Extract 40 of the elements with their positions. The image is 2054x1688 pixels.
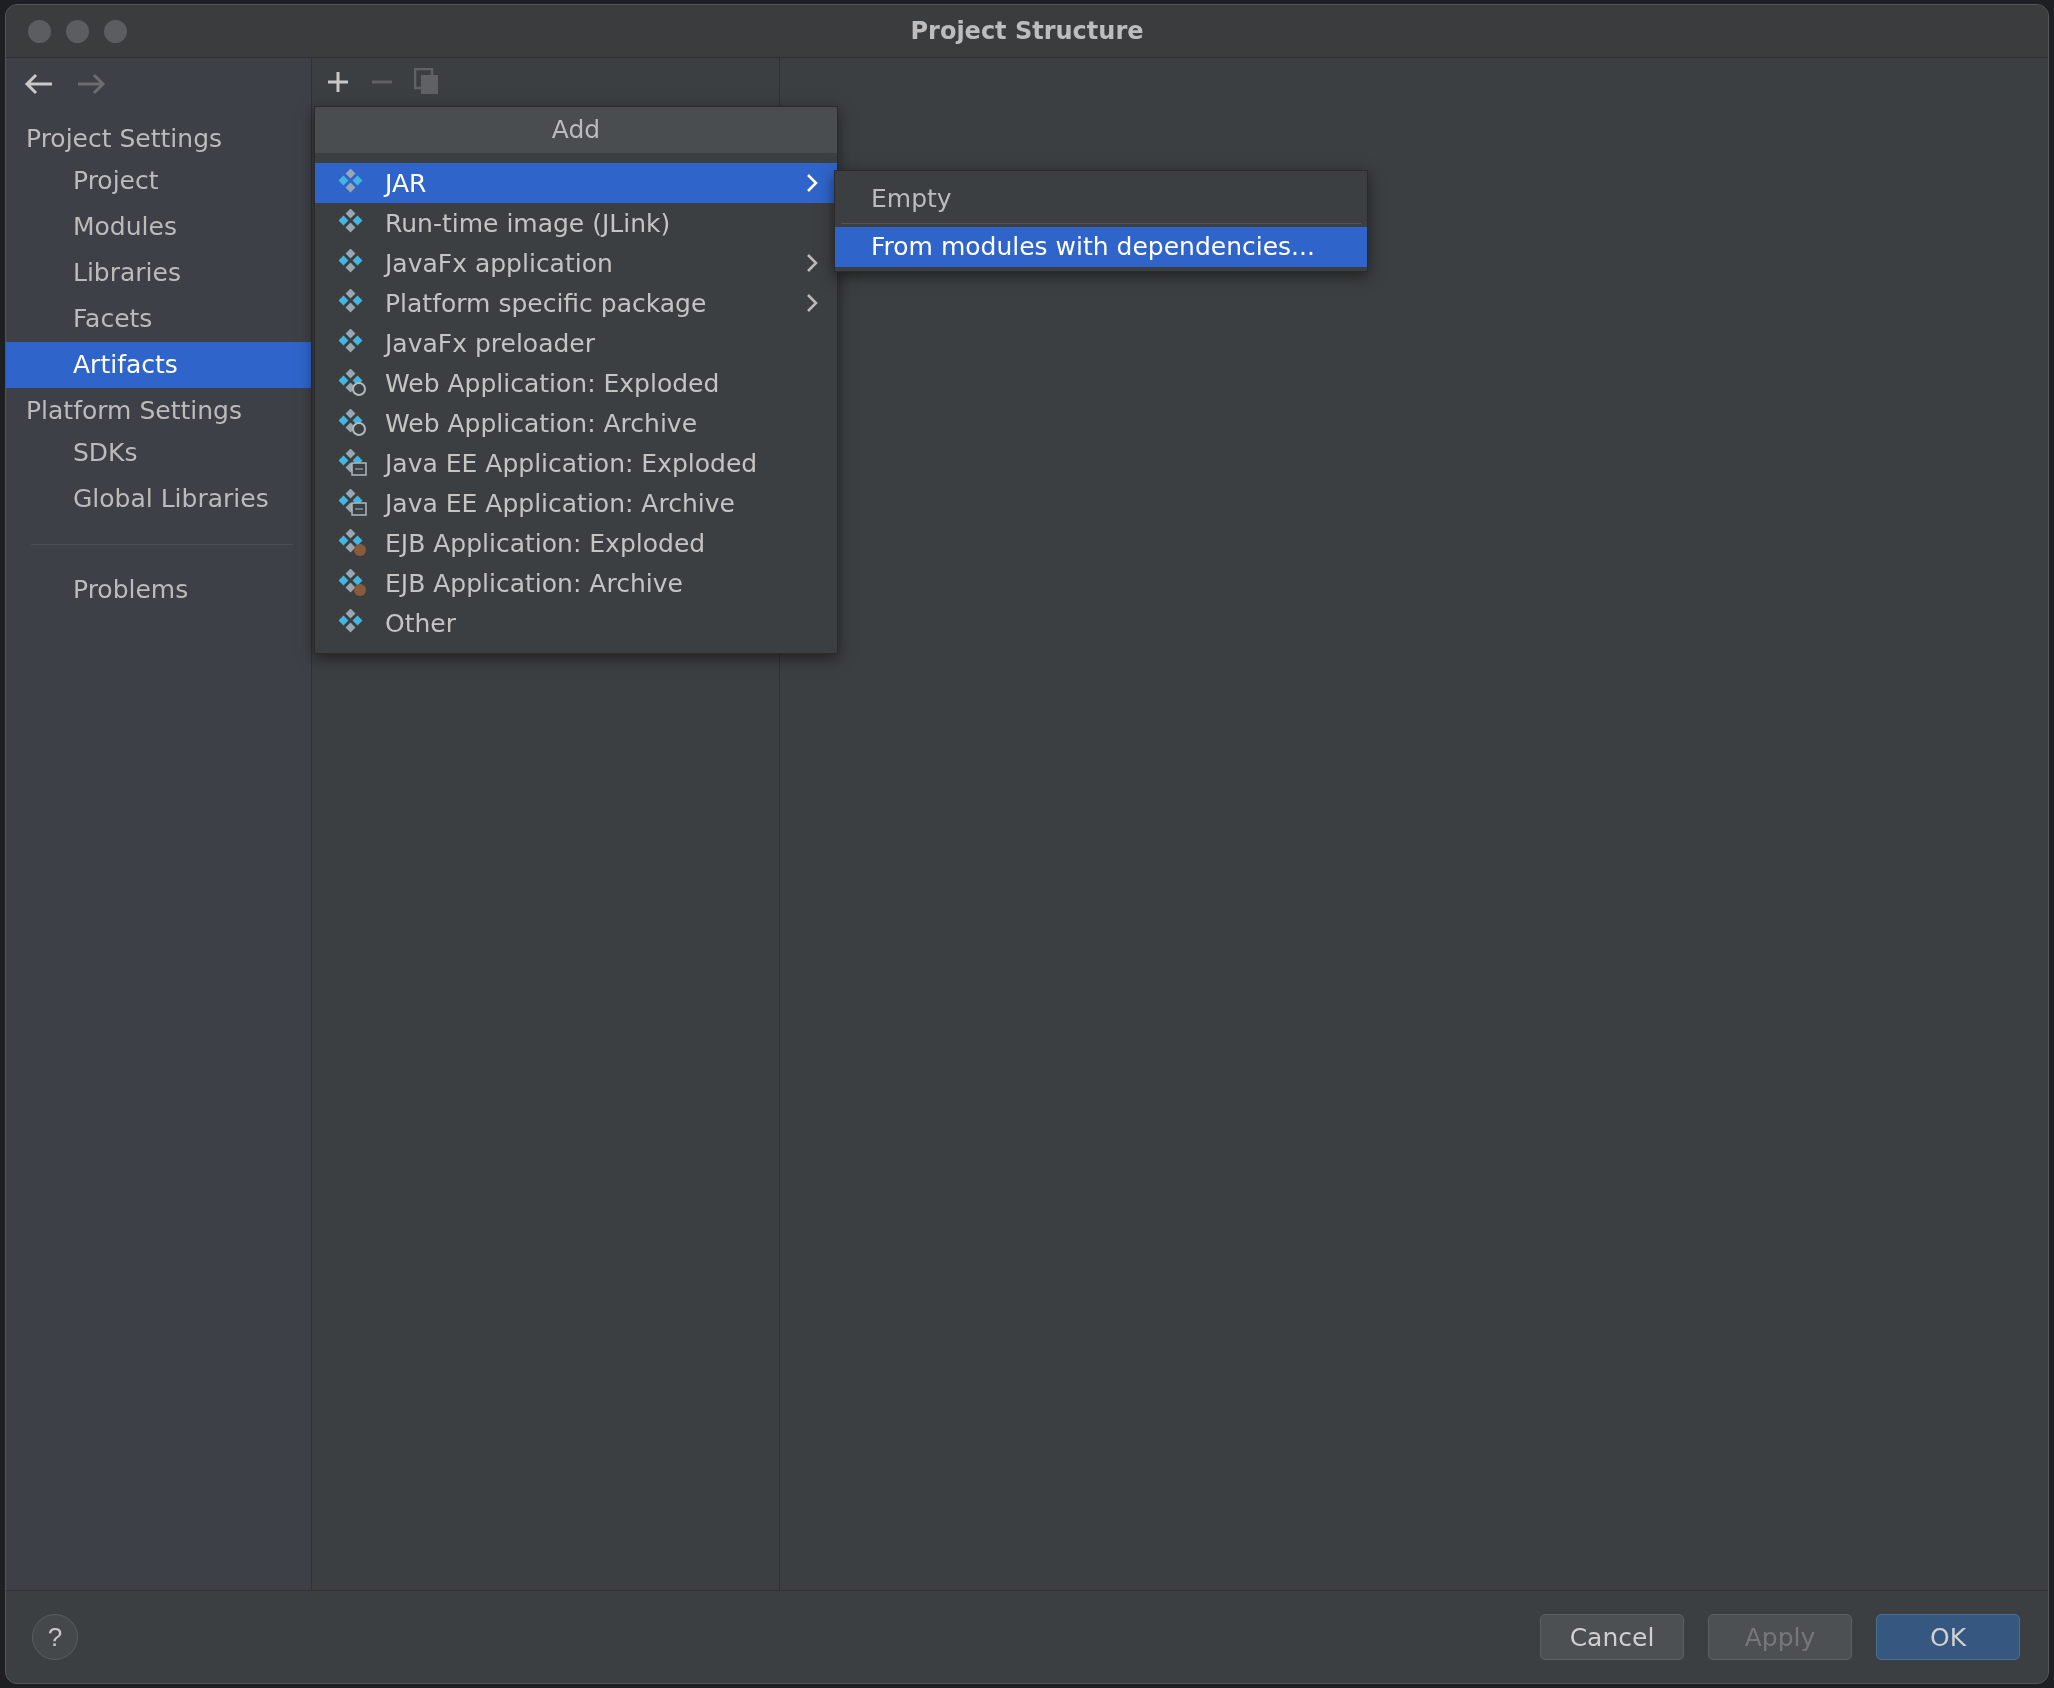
artifact-document-icon — [339, 489, 367, 517]
sidebar-item[interactable]: Modules — [6, 204, 311, 250]
artifact-document-icon — [339, 449, 367, 477]
sidebar-item[interactable]: Project — [6, 158, 311, 204]
menu-item[interactable]: Web Application: Exploded — [315, 363, 837, 403]
menu-item[interactable]: Other — [315, 603, 837, 643]
sidebar-item[interactable]: Problems — [6, 567, 311, 613]
sidebar-section-title: Project Settings — [25, 123, 224, 155]
menu-item[interactable]: JAR — [315, 163, 837, 203]
menu-item[interactable]: JavaFx preloader — [315, 323, 837, 363]
sidebar-item[interactable]: Facets — [6, 296, 311, 342]
back-arrow-icon[interactable] — [24, 72, 54, 96]
sidebar-section-title: Platform Settings — [25, 395, 243, 427]
artifact-bean-icon — [339, 569, 367, 597]
menu-item[interactable]: Web Application: Archive — [315, 403, 837, 443]
sidebar-item[interactable]: Libraries — [6, 250, 311, 296]
sidebar-item[interactable]: Artifacts — [6, 342, 311, 388]
dialog-button[interactable]: Cancel — [1540, 1614, 1684, 1660]
menu-item[interactable]: JavaFx application — [315, 243, 837, 283]
zoom-window-button[interactable] — [104, 19, 127, 43]
sidebar-item[interactable]: SDKs — [6, 430, 311, 476]
menu-item[interactable]: Java EE Application: Exploded — [315, 443, 837, 483]
menu-item[interactable]: Run-time image (JLink) — [315, 203, 837, 243]
menu-title: Add — [315, 107, 837, 153]
menu-item[interactable]: Java EE Application: Archive — [315, 483, 837, 523]
sidebar-item[interactable]: Global Libraries — [6, 476, 311, 522]
menu-item[interactable]: Platform specific package — [315, 283, 837, 323]
menu-item[interactable]: EJB Application: Exploded — [315, 523, 837, 563]
artifact-globe-icon — [339, 369, 367, 397]
menu-item[interactable]: Empty — [835, 179, 1367, 219]
artifact-bean-icon — [339, 529, 367, 557]
menu-item[interactable]: From modules with dependencies... — [835, 227, 1367, 267]
window-title: Project Structure — [910, 17, 1144, 45]
close-window-button[interactable] — [28, 19, 51, 43]
menu-item[interactable]: EJB Application: Archive — [315, 563, 837, 603]
help-button[interactable]: ? — [32, 1614, 78, 1660]
add-icon[interactable] — [326, 70, 350, 94]
minimize-window-button[interactable] — [66, 19, 89, 43]
dialog-button[interactable]: OK — [1876, 1614, 2020, 1660]
artifact-globe-icon — [339, 409, 367, 437]
